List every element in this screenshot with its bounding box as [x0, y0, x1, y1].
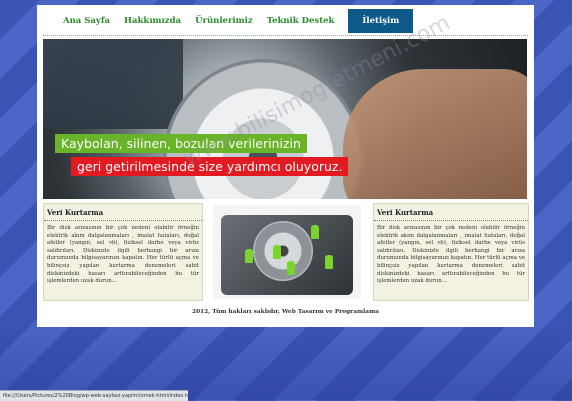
worker-figure [273, 245, 281, 259]
worker-figure [245, 249, 253, 263]
background-gradient [0, 320, 572, 400]
nav-item-home[interactable]: Ana Sayfa [63, 9, 110, 33]
nav-divider [43, 35, 528, 36]
page-container: Ana Sayfa Hakkımızda Ürünlerimiz Teknik … [37, 5, 534, 327]
circuit-board-image [43, 39, 183, 129]
worker-figure [325, 255, 333, 269]
info-box-title: Veri Kurtarma [44, 204, 202, 221]
worker-figure [311, 225, 319, 239]
footer-copyright: 2012, Tüm hakları saklıdır, Web Tasarım … [192, 309, 379, 315]
nav-item-contact[interactable]: İletişim [348, 9, 414, 33]
info-box-text: Bir disk arızasının bir çok nedeni olabi… [377, 225, 525, 285]
worker-figure [287, 261, 295, 275]
hand-image [343, 69, 527, 199]
info-box-text: Bir disk arızasının bir çok nedeni olabi… [47, 225, 199, 285]
nav-item-products[interactable]: Ürünlerimiz [195, 9, 253, 33]
nav-item-about[interactable]: Hakkımızda [124, 9, 181, 33]
info-box-title: Veri Kurtarma [374, 204, 528, 221]
info-box-left: Veri Kurtarma Bir disk arızasının bir ço… [43, 203, 203, 301]
disk-platter [253, 221, 313, 281]
nav-item-support[interactable]: Teknik Destek [267, 9, 335, 33]
browser-status-bar: file:///Users/Pictures/2%20Blog/wp-web-s… [0, 390, 188, 401]
info-box-right: Veri Kurtarma Bir disk arızasının bir ço… [373, 203, 529, 301]
main-nav: Ana Sayfa Hakkımızda Ürünlerimiz Teknik … [43, 9, 414, 33]
hard-disk-workers-image [213, 205, 361, 299]
